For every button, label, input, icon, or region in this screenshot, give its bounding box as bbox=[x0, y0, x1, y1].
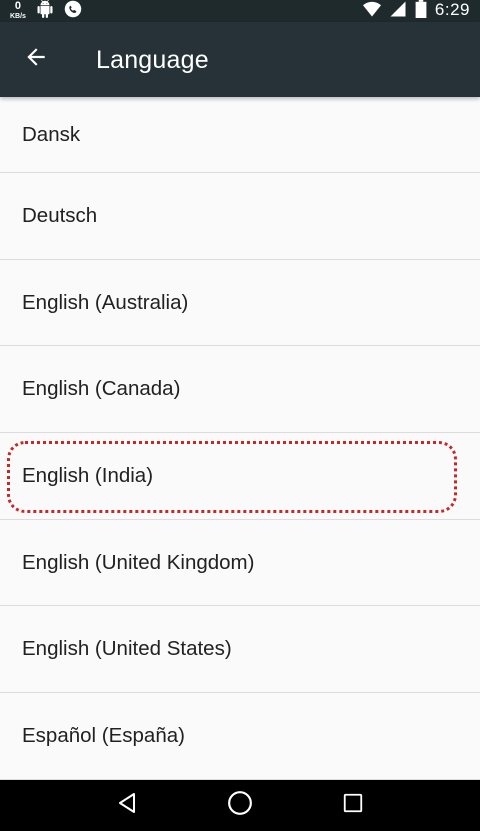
status-left-icons: 0 KB/s bbox=[10, 0, 82, 22]
back-button[interactable] bbox=[18, 41, 54, 77]
home-circle-icon bbox=[227, 790, 253, 821]
phone-icon bbox=[64, 0, 82, 23]
language-label: English (Australia) bbox=[22, 290, 189, 314]
language-item[interactable]: English (United States) bbox=[0, 606, 480, 694]
language-label: Español (España) bbox=[22, 723, 185, 747]
nav-home-button[interactable] bbox=[220, 786, 260, 826]
status-time: 6:29 bbox=[434, 0, 470, 19]
status-bar: 0 KB/s 6:29 bbox=[0, 0, 480, 22]
status-right-icons: 6:29 bbox=[362, 0, 470, 23]
language-label: Deutsch bbox=[22, 203, 98, 227]
language-label: English (Canada) bbox=[22, 377, 181, 401]
language-item[interactable]: English (Canada) bbox=[0, 346, 480, 434]
language-list[interactable]: Dansk Deutsch English (Australia) Englis… bbox=[0, 97, 480, 780]
language-item[interactable]: English (United Kingdom) bbox=[0, 520, 480, 607]
nav-back-button[interactable] bbox=[107, 786, 147, 826]
arrow-left-icon bbox=[23, 44, 49, 75]
language-label: English (United Kingdom) bbox=[22, 550, 255, 574]
language-label: English (India) bbox=[22, 463, 154, 487]
language-item[interactable]: Dansk bbox=[0, 97, 480, 173]
language-item-highlighted[interactable]: English (India) bbox=[0, 433, 480, 520]
language-label: English (United States) bbox=[22, 637, 232, 661]
android-icon bbox=[36, 0, 54, 23]
navigation-bar bbox=[0, 780, 480, 831]
network-speed-value: 0 bbox=[14, 0, 22, 12]
network-speed-unit: KB/s bbox=[10, 12, 26, 20]
back-triangle-icon bbox=[115, 791, 139, 820]
app-bar: Language bbox=[0, 22, 480, 97]
language-item[interactable]: Español (España) bbox=[0, 693, 480, 780]
battery-icon bbox=[415, 0, 427, 23]
network-speed: 0 KB/s bbox=[10, 0, 26, 20]
signal-icon bbox=[389, 0, 407, 23]
language-item[interactable]: English (Australia) bbox=[0, 260, 480, 347]
language-item[interactable]: Deutsch bbox=[0, 173, 480, 260]
language-label: Dansk bbox=[22, 122, 81, 146]
recents-square-icon bbox=[342, 792, 364, 819]
wifi-icon bbox=[362, 1, 381, 22]
page-title: Language bbox=[96, 46, 209, 74]
nav-recents-button[interactable] bbox=[333, 786, 373, 826]
